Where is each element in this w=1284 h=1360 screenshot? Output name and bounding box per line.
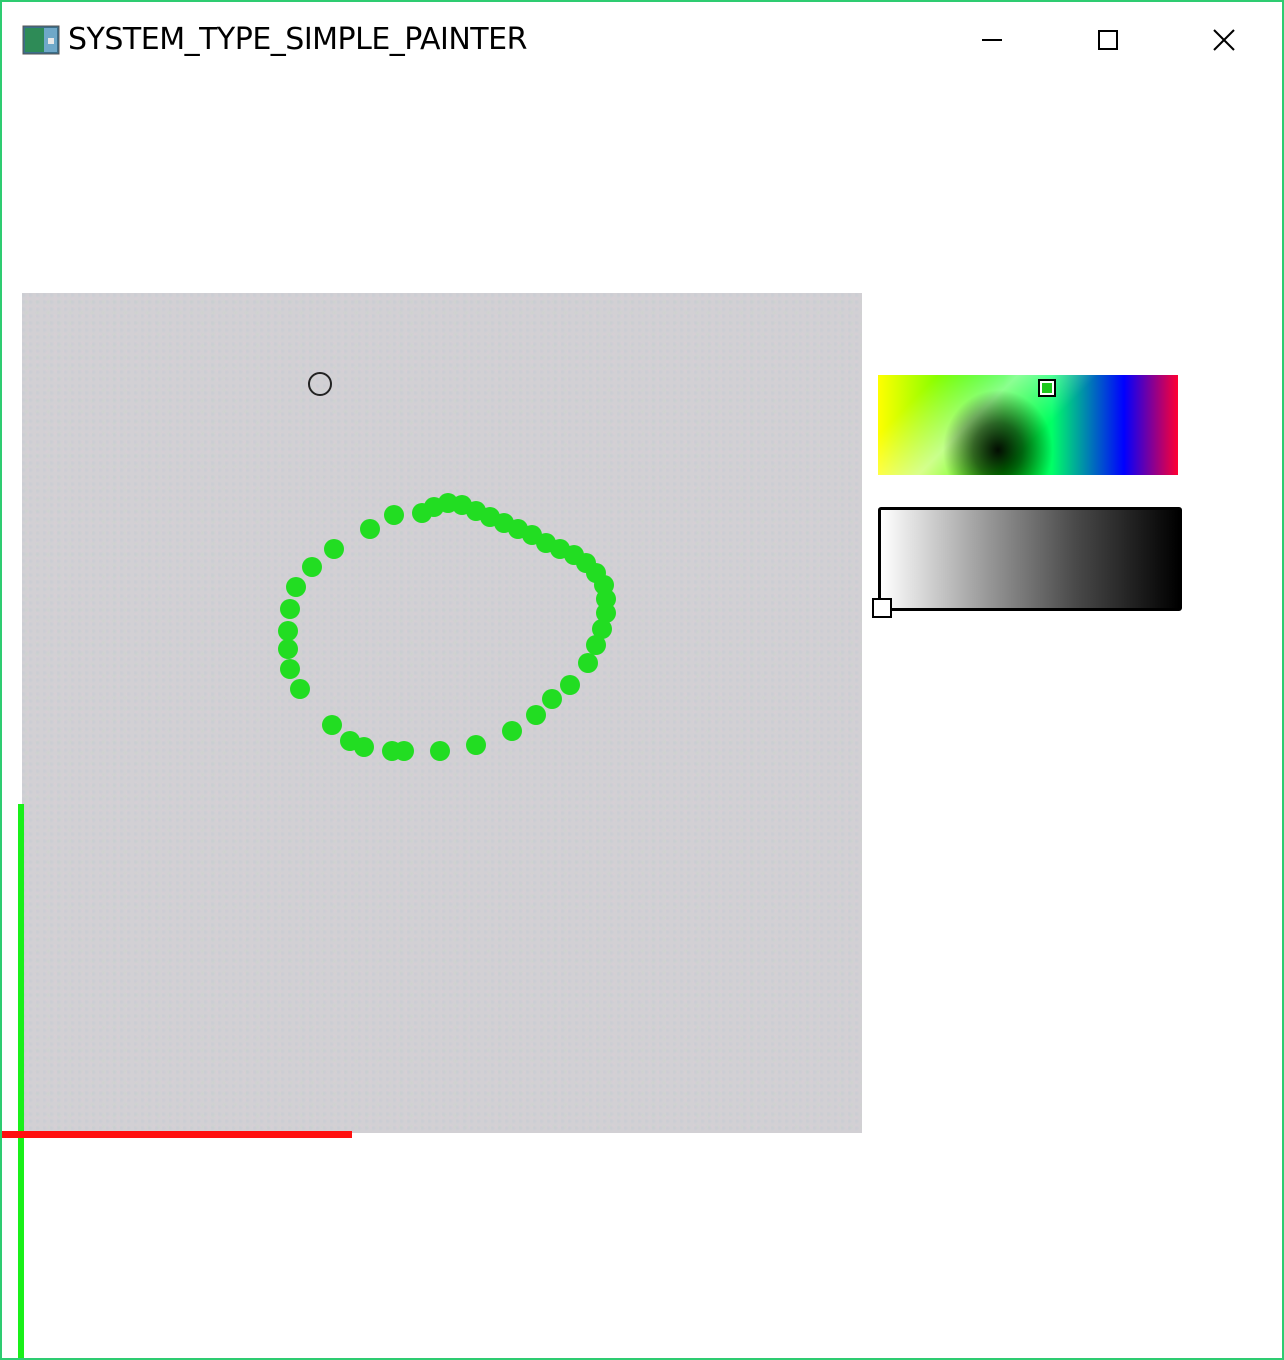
window-title: SYSTEM_TYPE_SIMPLE_PAINTER [68,22,527,57]
hue-shade-overlay [878,375,1178,475]
app-icon [22,25,60,55]
drawing-canvas[interactable] [22,293,862,1133]
app-window: SYSTEM_TYPE_SIMPLE_PAINTER [0,0,1284,1360]
close-icon [1213,29,1235,51]
vertical-position-indicator [18,804,24,1358]
color-palette[interactable] [878,375,1178,475]
horizontal-position-indicator [2,1131,352,1138]
close-button[interactable] [1166,2,1282,78]
color-selector-handle[interactable] [1038,379,1056,397]
minimize-icon [982,39,1002,41]
title-bar[interactable]: SYSTEM_TYPE_SIMPLE_PAINTER [2,2,1282,78]
brightness-slider[interactable] [878,507,1182,611]
minimize-button[interactable] [934,2,1050,78]
green-brush-stroke [278,493,616,761]
brightness-slider-handle[interactable] [872,598,892,618]
canvas-layer [278,372,616,761]
maximize-icon [1098,30,1118,50]
maximize-button[interactable] [1050,2,1166,78]
circle-cursor-icon [308,372,332,396]
